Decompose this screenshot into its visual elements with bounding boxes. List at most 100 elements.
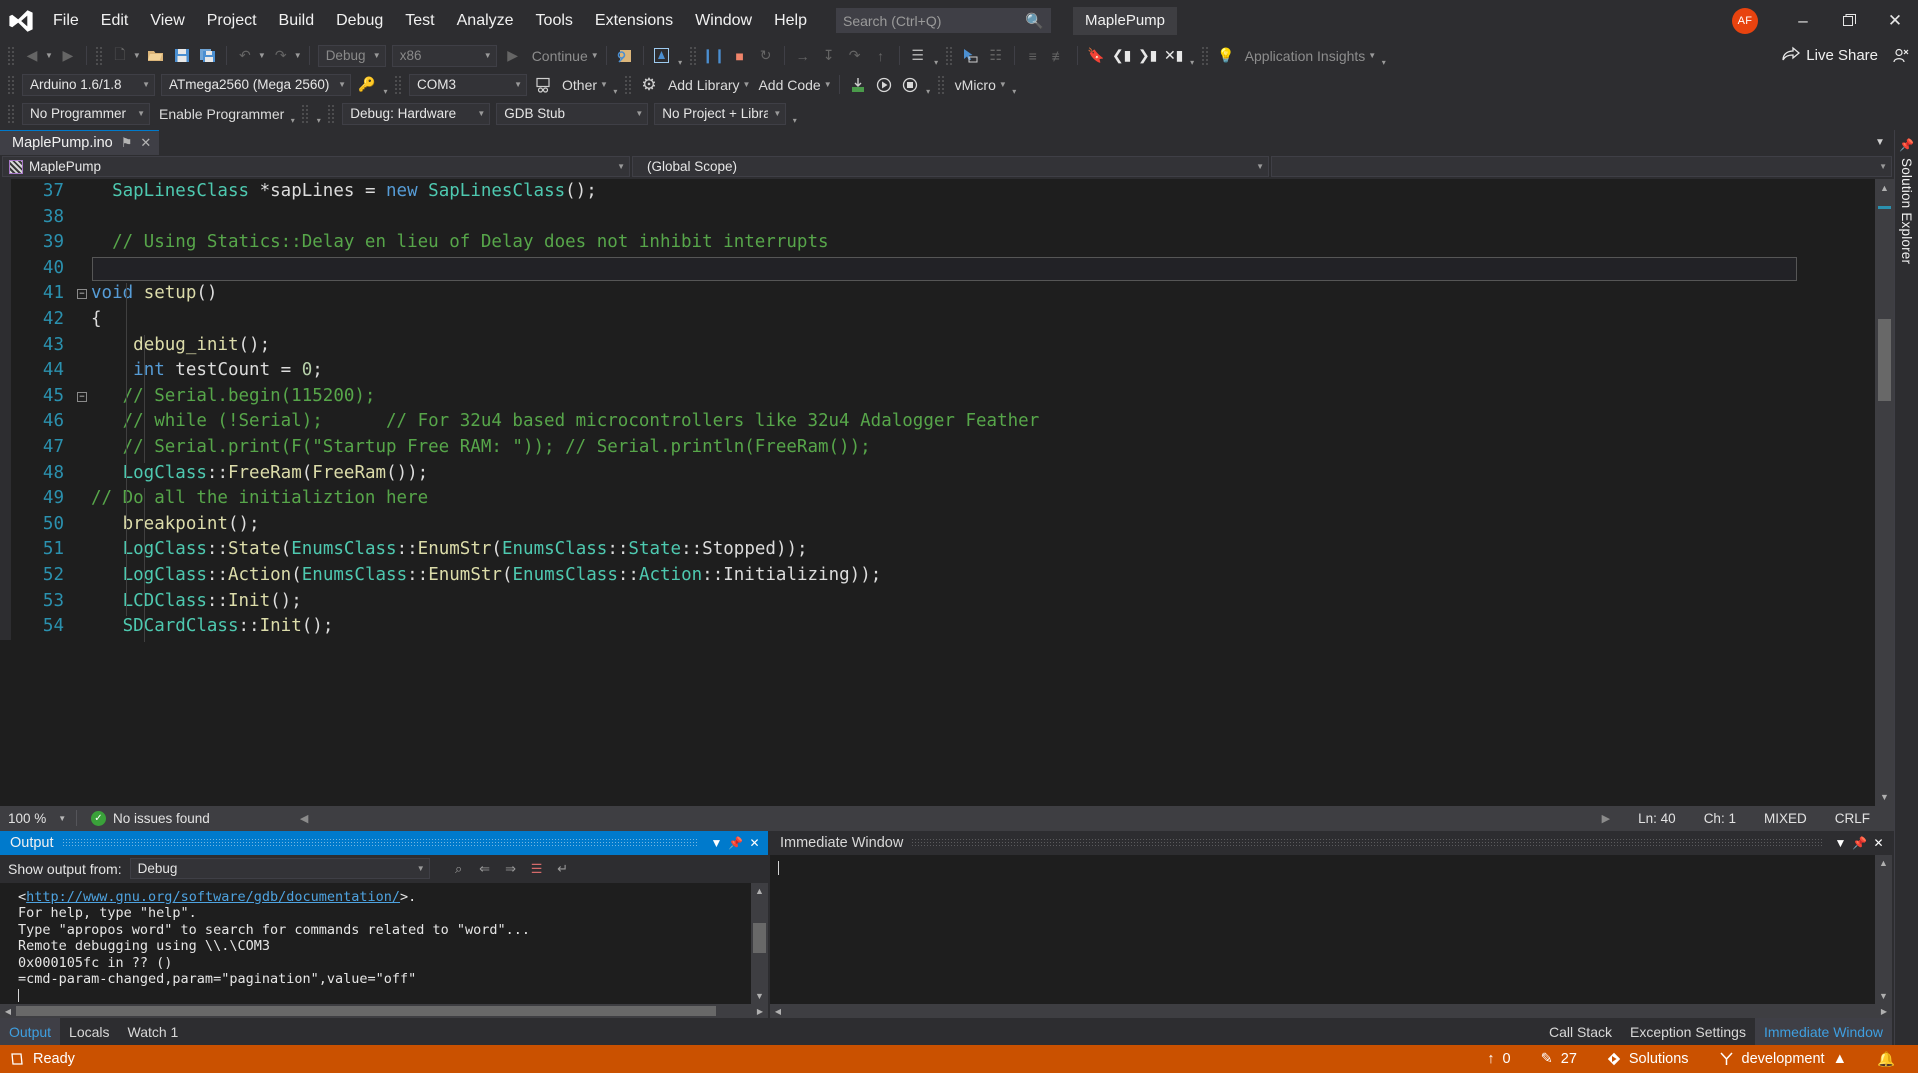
toolbar-overflow-icon[interactable]: ▾ — [923, 73, 934, 96]
code-text[interactable]: // Serial.begin(115200); — [91, 384, 376, 410]
start-debug-play-icon[interactable]: ▶ — [500, 44, 526, 67]
output-text[interactable]: <http://www.gnu.org/software/gdb/documen… — [0, 883, 751, 1005]
menu-view[interactable]: View — [139, 0, 195, 41]
other-menu-label[interactable]: Other — [556, 77, 600, 93]
live-share-button[interactable]: Live Share — [1782, 46, 1884, 66]
toolbar-overflow-icon[interactable]: ▾ — [287, 102, 298, 125]
code-text[interactable]: LogClass::FreeRam(FreeRam()); — [91, 461, 429, 487]
menu-extensions[interactable]: Extensions — [584, 0, 684, 41]
toolbar-overflow-icon[interactable]: ▾ — [610, 73, 621, 96]
undo-chevron-icon[interactable]: ▼ — [258, 51, 266, 60]
solution-configuration-combo[interactable]: Debug ▼ — [317, 44, 386, 67]
code-line[interactable]: 53 LCDClass::Init(); — [0, 588, 1875, 615]
issue-indicator[interactable]: ✓ No issues found — [81, 810, 210, 826]
scrollbar-thumb[interactable] — [16, 1006, 716, 1016]
scroll-up-arrow-icon[interactable]: ▲ — [1875, 855, 1892, 872]
panel-pin-icon[interactable]: 📌 — [1850, 833, 1869, 853]
toolbar-grip[interactable] — [327, 103, 337, 124]
menu-project[interactable]: Project — [196, 0, 268, 41]
toggle-bookmark-icon[interactable]: 🔖 — [1083, 44, 1109, 67]
toolbar-overflow-icon[interactable]: ▾ — [789, 102, 800, 125]
serial-monitor-icon[interactable] — [530, 73, 556, 96]
toolbar-grip[interactable] — [7, 103, 16, 124]
output-vertical-scrollbar[interactable]: ▲ ▼ — [751, 882, 768, 1004]
menu-edit[interactable]: Edit — [90, 0, 140, 41]
tab-immediate-window[interactable]: Immediate Window — [1754, 1018, 1892, 1045]
intellitrace-icon[interactable]: ☰ — [905, 44, 931, 67]
scroll-down-arrow-icon[interactable]: ▼ — [751, 987, 768, 1004]
save-icon[interactable] — [169, 44, 195, 67]
restore-button[interactable] — [1826, 0, 1872, 41]
minimize-button[interactable]: – — [1780, 0, 1826, 41]
fold-indicator[interactable]: − — [73, 289, 91, 300]
panel-close-icon[interactable]: ✕ — [745, 833, 764, 853]
panel-close-icon[interactable]: ✕ — [1869, 833, 1888, 853]
panel-pin-icon[interactable]: 📌 — [726, 833, 745, 853]
toolbar-grip[interactable] — [623, 74, 633, 95]
toolbar-grip[interactable] — [688, 45, 698, 66]
navigate-forward-icon[interactable]: ▶︎ — [55, 44, 81, 67]
scroll-left-arrow-icon[interactable]: ◀ — [0, 1007, 16, 1016]
menu-build[interactable]: Build — [268, 0, 326, 41]
undo-icon[interactable]: ↶ — [232, 44, 258, 67]
panel-drag-dots[interactable] — [911, 837, 1823, 848]
toolbar-overflow-icon[interactable]: ▾ — [931, 44, 942, 67]
code-text[interactable]: void setup() — [91, 281, 217, 307]
application-insights-chevron-icon[interactable]: ▼ — [1368, 51, 1376, 60]
add-library-chevron-icon[interactable]: ▼ — [743, 80, 751, 89]
continue-chevron-icon[interactable]: ▼ — [591, 51, 599, 60]
redo-icon[interactable]: ↷ — [268, 44, 294, 67]
collapse-icon[interactable]: − — [77, 289, 87, 300]
immediate-vertical-scrollbar[interactable]: ▲ ▼ — [1875, 854, 1892, 1004]
break-all-icon[interactable]: ❙❙ — [701, 44, 727, 67]
decrease-indent-icon[interactable]: ≡ — [1020, 44, 1046, 67]
tab-watch-1[interactable]: Watch 1 — [119, 1018, 188, 1045]
panel-drag-dots[interactable] — [61, 837, 699, 848]
user-avatar[interactable]: AF — [1732, 7, 1758, 34]
new-project-chevron-icon[interactable]: ▼ — [133, 51, 141, 60]
branch-indicator[interactable]: development ▲ — [1704, 1051, 1862, 1067]
code-lines[interactable]: 37 SapLinesClass *sapLines = new SapLine… — [0, 179, 1875, 640]
tab-output[interactable]: Output — [0, 1018, 61, 1045]
extra-scope-combo[interactable]: ▼ — [1271, 156, 1892, 177]
immediate-input-area[interactable] — [770, 854, 1875, 1004]
vmicro-chevron-icon[interactable]: ▼ — [999, 80, 1007, 89]
code-line[interactable]: 52 LogClass::Action(EnumsClass::EnumStr(… — [0, 562, 1875, 589]
programmer-combo[interactable]: No Programmer ▼ — [22, 102, 150, 125]
go-to-previous-message-icon[interactable]: ⇐ — [472, 857, 498, 880]
navigate-backward-icon[interactable]: ◀︎ — [19, 44, 45, 67]
rail-pin-icon[interactable]: 📌 — [1899, 138, 1914, 152]
board-combo[interactable]: ATmega2560 (Mega 2560) (Ar ▼ — [161, 73, 351, 96]
code-line[interactable]: 50 breakpoint(); — [0, 511, 1875, 538]
add-code-label[interactable]: Add Code — [752, 77, 823, 93]
toolbar-grip[interactable] — [301, 103, 311, 124]
start-serial-icon[interactable] — [871, 73, 897, 96]
edits-indicator[interactable]: ✎ 27 — [1526, 1051, 1592, 1067]
code-text[interactable]: SDCardClass::Init(); — [91, 614, 334, 640]
go-to-next-message-icon[interactable]: ⇒ — [498, 857, 524, 880]
scrollbar-thumb[interactable] — [1878, 319, 1891, 401]
menu-debug[interactable]: Debug — [325, 0, 394, 41]
other-chevron-icon[interactable]: ▼ — [600, 80, 608, 89]
toolbar-grip[interactable] — [944, 45, 954, 66]
toolbar-grip[interactable] — [394, 74, 403, 95]
menu-file[interactable]: File — [42, 0, 90, 41]
arduino-ide-version-combo[interactable]: Arduino 1.6/1.8 ▼ — [22, 73, 155, 96]
close-tab-icon[interactable]: ✕ — [140, 135, 151, 151]
find-message-icon[interactable]: ⌕ — [446, 857, 472, 880]
toggle-word-wrap-icon[interactable]: ↵ — [550, 857, 576, 880]
stop-debugging-icon[interactable]: ■ — [727, 44, 753, 67]
menu-tools[interactable]: Tools — [525, 0, 584, 41]
add-code-chevron-icon[interactable]: ▼ — [824, 80, 832, 89]
tab-call-stack[interactable]: Call Stack — [1540, 1018, 1621, 1045]
tab-exception-settings[interactable]: Exception Settings — [1621, 1018, 1755, 1045]
project-scope-combo[interactable]: MaplePump ▼ — [2, 156, 630, 177]
pending-changes-indicator[interactable]: ↑ 0 — [1472, 1051, 1525, 1067]
clear-all-icon[interactable]: ☰ — [524, 857, 550, 880]
solution-explorer-label[interactable]: Solution Explorer — [1899, 158, 1914, 264]
code-editor[interactable]: 37 SapLinesClass *sapLines = new SapLine… — [0, 179, 1875, 806]
scroll-up-arrow-icon[interactable]: ▲ — [751, 883, 768, 900]
output-source-combo[interactable]: Debug ▼ — [129, 858, 430, 879]
panel-dropdown-icon[interactable]: ▼ — [707, 833, 726, 853]
code-line[interactable]: 38 — [0, 204, 1875, 231]
